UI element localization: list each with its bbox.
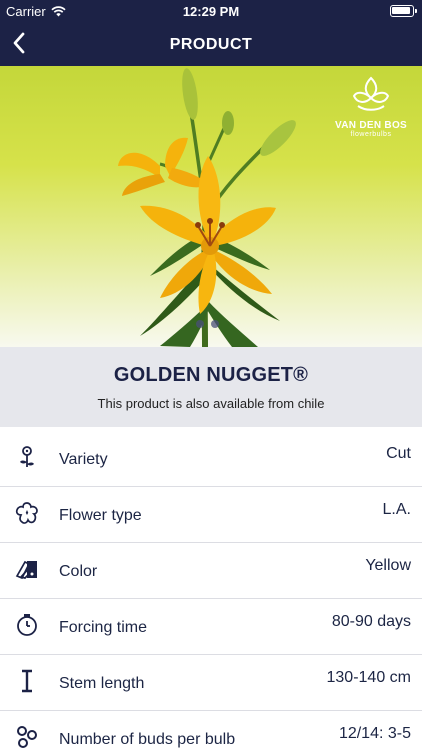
product-name: GOLDEN NUGGET® [113,364,309,386]
lotus-logo-icon [352,76,390,111]
stem-length-icon [14,668,40,694]
brand-logo: VAN DEN BOS flowerbulbs [330,76,412,138]
brand-name: VAN DEN BOS [334,120,407,131]
availability-note: This product is also available from chil… [97,396,325,411]
flower-outline-icon [14,500,40,526]
page-title: PRODUCT [169,36,253,53]
spec-label: Color [59,563,98,580]
spec-label: Flower type [59,507,142,524]
color-swatch-icon [14,556,40,582]
spec-value: L.A. [382,501,411,518]
status-time: 12:29 PM [182,4,240,19]
flower-sprout-icon [14,444,40,470]
product-title-block: GOLDEN NUGGET® This product is also avai… [0,347,422,427]
carousel-page-indicator[interactable] [196,320,219,328]
spec-value: 80-90 days [331,613,411,630]
spec-row-variety: Variety Cut [0,431,422,487]
spec-row-flower-type: Flower type L.A. [0,487,422,543]
page-dot[interactable] [196,320,204,328]
product-image-carousel[interactable]: VAN DEN BOS flowerbulbs [0,66,422,347]
status-bar: Carrier 12:29 PM [0,0,422,22]
app-header: Carrier 12:29 PM PRODUCT [0,0,422,66]
spec-value: Cut [386,445,411,462]
page-dot[interactable] [211,320,219,328]
spec-label: Variety [59,451,108,468]
spec-row-forcing-time: Forcing time 80-90 days [0,599,422,655]
buds-icon [14,724,40,750]
spec-row-stem-length: Stem length 130-140 cm [0,655,422,711]
stopwatch-icon [14,612,40,638]
spec-value: Yellow [365,557,411,574]
spec-label: Number of buds per bulb [59,731,236,748]
battery-icon [390,5,417,17]
brand-tagline: flowerbulbs [350,131,392,138]
spec-value: 12/14: 3-5 [338,725,411,742]
spec-value: 130-140 cm [326,669,412,686]
spec-label: Forcing time [59,619,148,636]
spec-row-color: Color Yellow [0,543,422,599]
spec-label: Stem length [59,675,145,692]
spec-row-buds: Number of buds per bulb 12/14: 3-5 [0,711,422,750]
spec-list: Variety Cut Flower type L.A. Color Yello… [0,431,422,750]
